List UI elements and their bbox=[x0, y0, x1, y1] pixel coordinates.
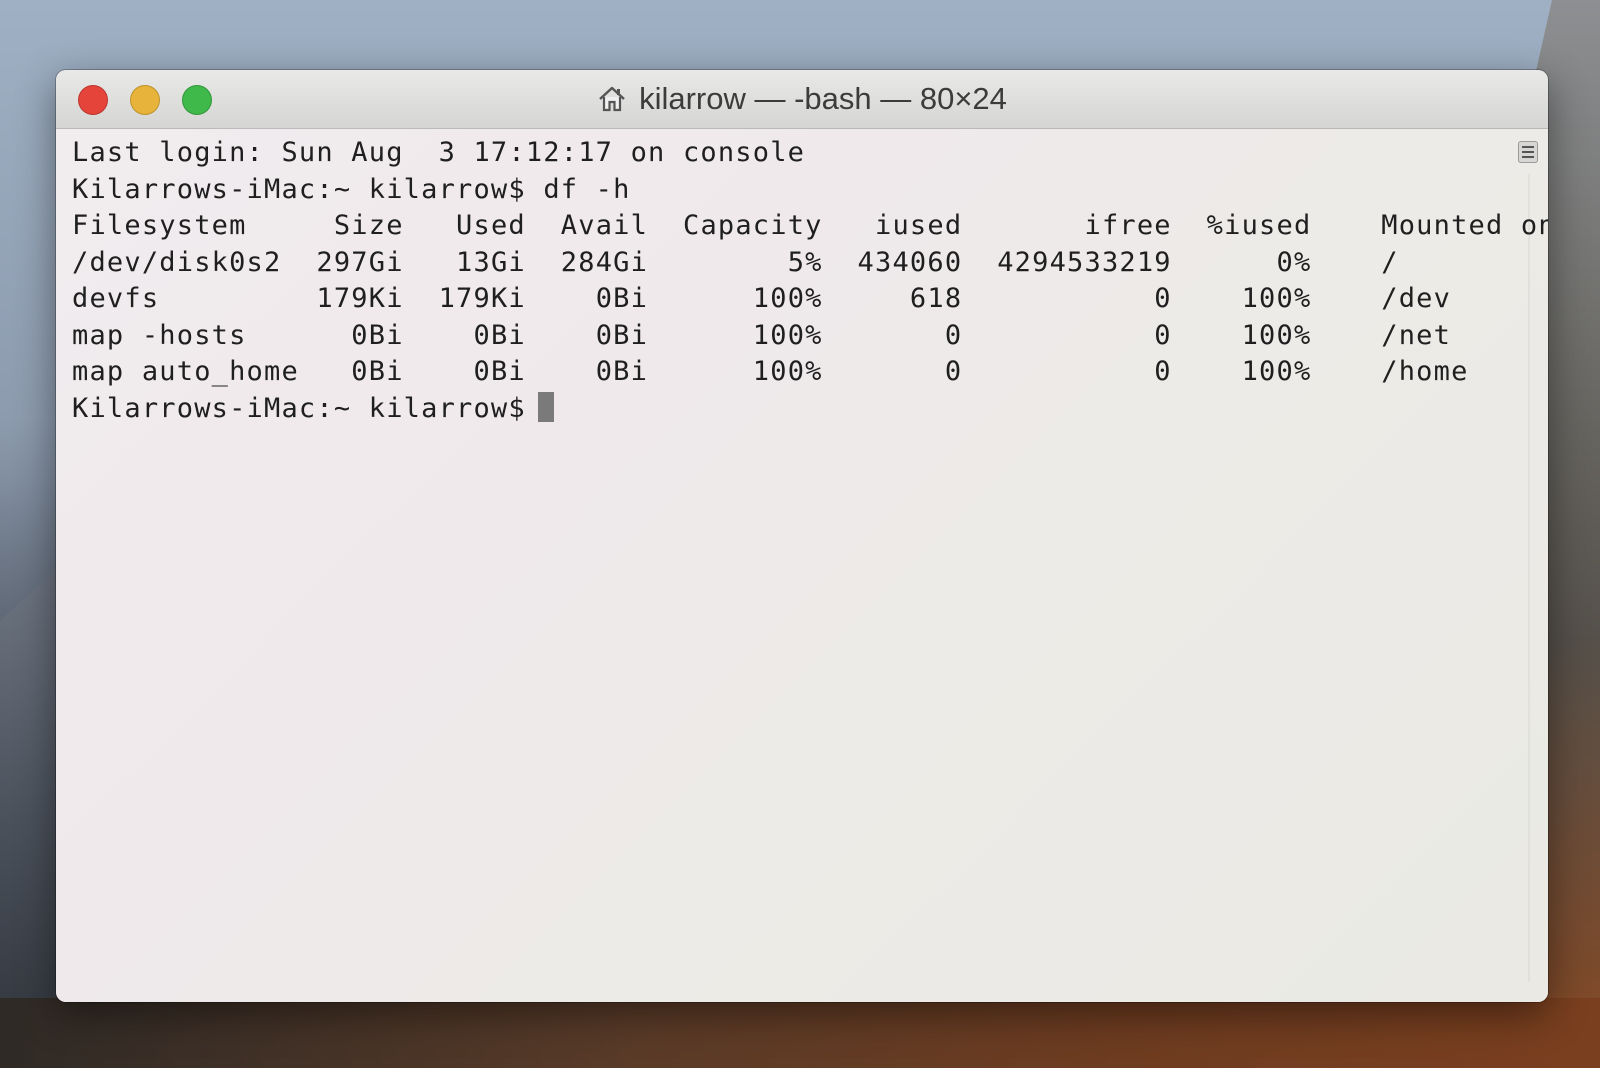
row-0-col-4: 5% bbox=[648, 246, 823, 278]
header-col-7: %iused bbox=[1171, 210, 1312, 241]
row-0-col-0: /dev/disk0s2 bbox=[72, 246, 317, 278]
title-bar[interactable]: kilarrow — -bash — 80×24 bbox=[56, 70, 1548, 129]
command-text: df -h bbox=[543, 173, 631, 205]
row-3-col-0: map auto_home bbox=[72, 356, 317, 387]
wallpaper-ground bbox=[0, 998, 1600, 1068]
row-0-col-1: 297Gi bbox=[316, 246, 404, 278]
row-1-col-1: 179Ki bbox=[316, 283, 404, 314]
row-1-col-5: 618 bbox=[822, 283, 963, 314]
row-2-col-2: 0Bi bbox=[403, 319, 526, 351]
terminal-output[interactable]: Last login: Sun Aug 3 17:12:17 on consol… bbox=[72, 135, 1548, 428]
row-0-col-6: 4294533219 bbox=[962, 246, 1172, 278]
row-1-col-7: 100% bbox=[1171, 283, 1312, 314]
terminal-window: kilarrow — -bash — 80×24 Last login: Sun… bbox=[56, 70, 1548, 1002]
row-0-col-2: 13Gi bbox=[403, 246, 526, 278]
row-3-col-5: 0 bbox=[822, 356, 963, 387]
row-2-col-7: 100% bbox=[1171, 319, 1312, 351]
row-0-col-8: / bbox=[1311, 246, 1399, 278]
row-1-col-2: 179Ki bbox=[403, 283, 526, 314]
row-1-col-3: 0Bi bbox=[525, 283, 649, 314]
row-1-col-0: devfs bbox=[72, 283, 317, 314]
row-3-col-3: 0Bi bbox=[525, 356, 649, 387]
command-line: Kilarrows-iMac:~ kilarrow$ df -h bbox=[72, 172, 1498, 209]
row-2-col-4: 100% bbox=[648, 319, 823, 351]
window-title-container: kilarrow — -bash — 80×24 bbox=[56, 70, 1548, 128]
row-2-col-3: 0Bi bbox=[525, 319, 649, 351]
row-0-col-7: 0% bbox=[1171, 246, 1312, 278]
header-col-5: iused bbox=[822, 210, 963, 241]
header-col-1: Size bbox=[316, 210, 404, 241]
window-title: kilarrow — -bash — 80×24 bbox=[639, 81, 1007, 116]
header-col-3: Avail bbox=[525, 210, 649, 241]
header-col-6: ifree bbox=[962, 210, 1172, 241]
table-row: map auto_home 0Bi 0Bi 0Bi 100% 0 0 100% … bbox=[72, 354, 1498, 391]
table-row: devfs 179Ki 179Ki 0Bi 100% 618 0 100% /d… bbox=[72, 281, 1498, 318]
login-line: Last login: Sun Aug 3 17:12:17 on consol… bbox=[72, 137, 806, 168]
table-header: Filesystem Size Used Avail Capacity iuse… bbox=[72, 208, 1548, 245]
row-1-col-6: 0 bbox=[962, 283, 1172, 314]
header-col-0: Filesystem bbox=[72, 210, 317, 241]
row-2-col-1: 0Bi bbox=[316, 319, 404, 351]
header-col-2: Used bbox=[403, 210, 526, 241]
text-cursor bbox=[537, 391, 554, 422]
header-col-8: Mounted on bbox=[1311, 210, 1548, 241]
row-2-col-8: /net bbox=[1311, 319, 1452, 351]
scroll-menu-icon[interactable] bbox=[1518, 141, 1538, 163]
prompt-text: Kilarrows-iMac:~ kilarrow$ bbox=[72, 173, 526, 205]
row-3-col-6: 0 bbox=[962, 356, 1172, 387]
row-1-col-4: 100% bbox=[648, 283, 823, 314]
scrollbar[interactable] bbox=[1528, 174, 1530, 982]
row-3-col-4: 100% bbox=[648, 356, 823, 387]
row-3-col-2: 0Bi bbox=[403, 356, 526, 387]
home-icon bbox=[597, 84, 627, 114]
row-2-col-5: 0 bbox=[822, 319, 963, 351]
row-2-col-6: 0 bbox=[962, 319, 1172, 351]
row-0-col-3: 284Gi bbox=[525, 246, 649, 278]
terminal-content[interactable]: Last login: Sun Aug 3 17:12:17 on consol… bbox=[56, 129, 1548, 1002]
row-2-col-0: map -hosts bbox=[72, 319, 317, 351]
row-0-col-5: 434060 bbox=[822, 246, 963, 278]
table-row: map -hosts 0Bi 0Bi 0Bi 100% 0 0 100% /ne… bbox=[72, 318, 1498, 355]
header-col-4: Capacity bbox=[648, 210, 823, 241]
active-prompt-line[interactable]: Kilarrows-iMac:~ kilarrow$ bbox=[72, 391, 1498, 428]
table-row: /dev/disk0s2 297Gi 13Gi 284Gi 5% 434060 … bbox=[72, 245, 1498, 282]
row-1-col-8: /dev bbox=[1311, 283, 1452, 314]
row-3-col-7: 100% bbox=[1171, 356, 1312, 387]
row-3-col-8: /home bbox=[1311, 356, 1469, 387]
row-3-col-1: 0Bi bbox=[316, 356, 404, 387]
active-prompt-text: Kilarrows-iMac:~ kilarrow$ bbox=[72, 392, 526, 424]
